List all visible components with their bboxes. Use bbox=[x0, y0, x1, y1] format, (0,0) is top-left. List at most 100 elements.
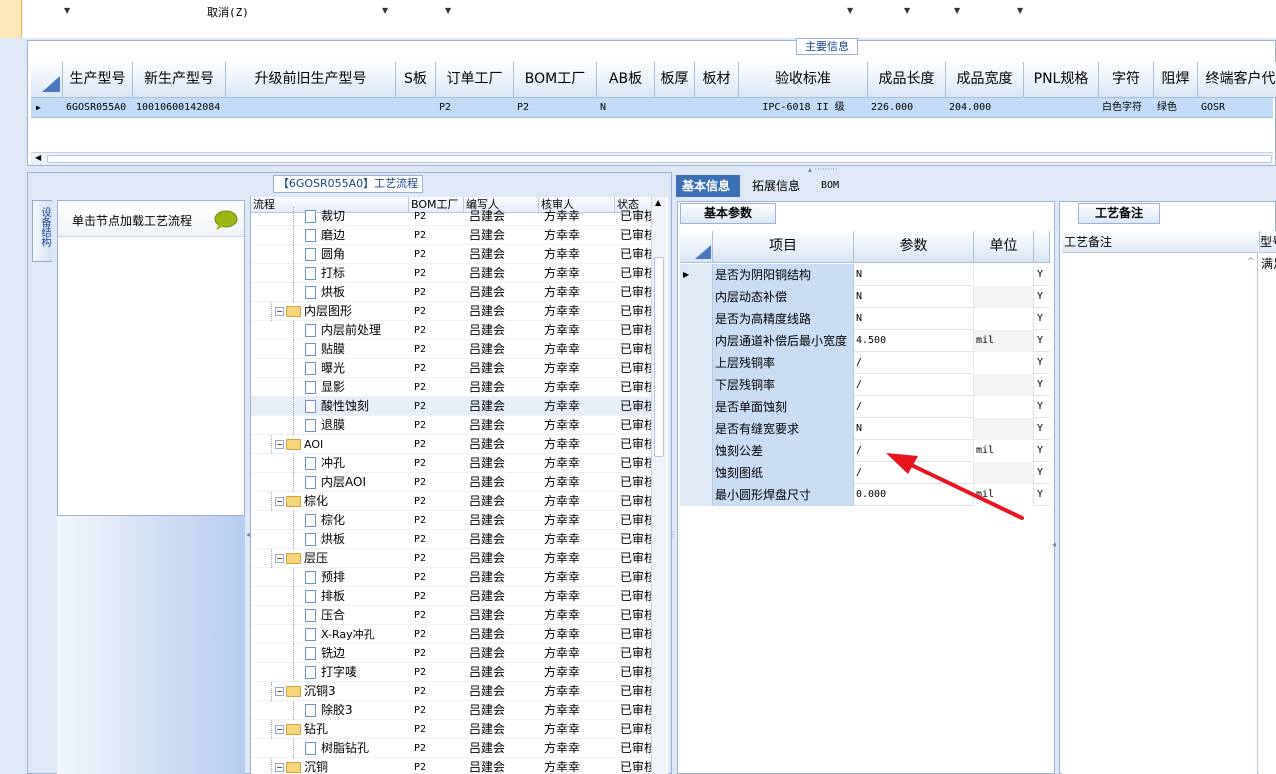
cell-unit[interactable]: mil bbox=[974, 484, 1034, 506]
dropdown-arrow-icon[interactable]: ▼ bbox=[1017, 6, 1023, 15]
cell-flag[interactable]: Y bbox=[1034, 352, 1050, 374]
column-header[interactable]: 字符 bbox=[1099, 62, 1154, 98]
cell-param[interactable]: / bbox=[854, 440, 974, 462]
cell-status[interactable]: 已审核 bbox=[620, 416, 651, 435]
cell-factory[interactable]: P2 bbox=[414, 264, 459, 283]
cell-writer[interactable]: 吕建会 bbox=[469, 454, 539, 473]
tree-node[interactable]: − 棕化 bbox=[275, 492, 405, 511]
tree-node[interactable]: 圆角 bbox=[305, 245, 405, 264]
table-row[interactable]: 树脂钻孔 P2 吕建会 方幸幸 已审核 bbox=[251, 739, 651, 758]
table-row[interactable]: − 棕化 P2 吕建会 方幸幸 已审核 bbox=[251, 492, 651, 511]
cell-factory[interactable]: P2 bbox=[414, 226, 459, 245]
cell-writer[interactable]: 吕建会 bbox=[469, 587, 539, 606]
cell-reviewer[interactable]: 方幸幸 bbox=[544, 378, 614, 397]
tree-node[interactable]: X-Ray冲孔 bbox=[305, 625, 405, 644]
cell-writer[interactable]: 吕建会 bbox=[469, 758, 539, 774]
tree-node[interactable]: − 沉铜 bbox=[275, 758, 405, 774]
cell-status[interactable]: 已审核 bbox=[620, 492, 651, 511]
dropdown-arrow-icon[interactable]: ▼ bbox=[64, 6, 70, 15]
table-row[interactable]: 烘板 P2 吕建会 方幸幸 已审核 bbox=[251, 283, 651, 302]
cell-factory[interactable]: P2 bbox=[414, 283, 459, 302]
cell-reviewer[interactable]: 方幸幸 bbox=[544, 359, 614, 378]
cell-writer[interactable]: 吕建会 bbox=[469, 302, 539, 321]
cell-writer[interactable]: 吕建会 bbox=[469, 397, 539, 416]
cell-factory[interactable]: P2 bbox=[414, 625, 459, 644]
row-indicator[interactable] bbox=[680, 462, 713, 484]
cell-param[interactable]: N bbox=[854, 264, 974, 286]
table-row[interactable]: − 层压 P2 吕建会 方幸幸 已审核 bbox=[251, 549, 651, 568]
param-row[interactable]: 蚀刻公差 / mil Y bbox=[680, 440, 1050, 462]
tab-basic-params[interactable]: 基本参数 bbox=[680, 203, 776, 224]
cell-factory[interactable]: P2 bbox=[414, 397, 459, 416]
cell-flag[interactable]: Y bbox=[1034, 418, 1050, 440]
cell-factory[interactable]: P2 bbox=[414, 663, 459, 682]
cell-status[interactable]: 已审核 bbox=[620, 226, 651, 245]
cell-flag[interactable]: Y bbox=[1034, 374, 1050, 396]
cell-status[interactable]: 已审核 bbox=[620, 321, 651, 340]
cell-item[interactable]: 是否单面蚀刻 bbox=[713, 396, 854, 418]
tree-node[interactable]: 预排 bbox=[305, 568, 405, 587]
cell-item[interactable]: 内层通道补偿后最小宽度 bbox=[713, 330, 854, 352]
cell-status[interactable]: 已审核 bbox=[620, 397, 651, 416]
cell-reviewer[interactable]: 方幸幸 bbox=[544, 264, 614, 283]
cell-unit[interactable] bbox=[974, 308, 1034, 330]
cell-status[interactable]: 已审核 bbox=[620, 435, 651, 454]
cell-reviewer[interactable]: 方幸幸 bbox=[544, 720, 614, 739]
scroll-up-icon[interactable]: ^ bbox=[1247, 257, 1255, 267]
cell-status[interactable]: 已审核 bbox=[620, 644, 651, 663]
table-row[interactable]: 铣边 P2 吕建会 方幸幸 已审核 bbox=[251, 644, 651, 663]
cell-flag[interactable]: Y bbox=[1034, 286, 1050, 308]
tree-node[interactable]: 排板 bbox=[305, 587, 405, 606]
table-cell[interactable]: GOSR bbox=[1198, 98, 1276, 118]
craft-notes-header[interactable]: 工艺备注 bbox=[1062, 231, 1258, 253]
cell-status[interactable]: 已审核 bbox=[620, 473, 651, 492]
column-header[interactable]: BOM工厂 bbox=[514, 62, 597, 98]
cell-status[interactable]: 已审核 bbox=[620, 340, 651, 359]
cell-item[interactable]: 是否为高精度线路 bbox=[713, 308, 854, 330]
cell-factory[interactable]: P2 bbox=[414, 511, 459, 530]
cell-item[interactable]: 蚀刻图纸 bbox=[713, 462, 854, 484]
column-header[interactable]: 终端客户代码 bbox=[1198, 62, 1276, 98]
cell-writer[interactable]: 吕建会 bbox=[469, 264, 539, 283]
tree-node[interactable]: 曝光 bbox=[305, 359, 405, 378]
tree-node[interactable]: − 内层图形 bbox=[275, 302, 405, 321]
tree-node[interactable]: 显影 bbox=[305, 378, 405, 397]
tree-node[interactable]: 裁切 bbox=[305, 207, 405, 226]
column-header[interactable]: 新生产型号 bbox=[133, 62, 226, 98]
column-header[interactable]: 阻焊 bbox=[1154, 62, 1198, 98]
cell-writer[interactable]: 吕建会 bbox=[469, 378, 539, 397]
tree-node[interactable]: 除胶3 bbox=[305, 701, 405, 720]
cell-factory[interactable]: P2 bbox=[414, 302, 459, 321]
cell-reviewer[interactable]: 方幸幸 bbox=[544, 226, 614, 245]
table-cell[interactable]: 6GOSR055A0 bbox=[63, 98, 133, 118]
table-row[interactable]: 圆角 P2 吕建会 方幸幸 已审核 bbox=[251, 245, 651, 264]
cell-reviewer[interactable]: 方幸幸 bbox=[544, 568, 614, 587]
param-row[interactable]: 下层残铜率 / Y bbox=[680, 374, 1050, 396]
tree-node[interactable]: 烘板 bbox=[305, 283, 405, 302]
table-row[interactable]: 显影 P2 吕建会 方幸幸 已审核 bbox=[251, 378, 651, 397]
cell-factory[interactable]: P2 bbox=[414, 473, 459, 492]
cell-status[interactable]: 已审核 bbox=[620, 701, 651, 720]
cell-reviewer[interactable]: 方幸幸 bbox=[544, 245, 614, 264]
param-row[interactable]: 最小圆形焊盘尺寸 0.000 mil Y bbox=[680, 484, 1050, 506]
cell-reviewer[interactable]: 方幸幸 bbox=[544, 207, 614, 226]
cell-param[interactable]: / bbox=[854, 396, 974, 418]
cell-reviewer[interactable]: 方幸幸 bbox=[544, 435, 614, 454]
cell-factory[interactable]: P2 bbox=[414, 435, 459, 454]
tab-craft-notes[interactable]: 工艺备注 bbox=[1078, 203, 1160, 224]
table-row[interactable]: 压合 P2 吕建会 方幸幸 已审核 bbox=[251, 606, 651, 625]
cell-reviewer[interactable]: 方幸幸 bbox=[544, 682, 614, 701]
param-row[interactable]: 是否单面蚀刻 / Y bbox=[680, 396, 1050, 418]
cell-status[interactable]: 已审核 bbox=[620, 739, 651, 758]
row-indicator[interactable] bbox=[680, 308, 713, 330]
cell-status[interactable]: 已审核 bbox=[620, 378, 651, 397]
table-row[interactable]: 预排 P2 吕建会 方幸幸 已审核 bbox=[251, 568, 651, 587]
cell-writer[interactable]: 吕建会 bbox=[469, 245, 539, 264]
cell-factory[interactable]: P2 bbox=[414, 606, 459, 625]
table-row[interactable]: − 内层图形 P2 吕建会 方幸幸 已审核 bbox=[251, 302, 651, 321]
param-row[interactable]: 是否有缝宽要求 N Y bbox=[680, 418, 1050, 440]
cell-flag[interactable]: Y bbox=[1034, 264, 1050, 286]
tree-node[interactable]: − 沉铜3 bbox=[275, 682, 405, 701]
table-cell[interactable] bbox=[1024, 98, 1099, 118]
cell-param[interactable]: / bbox=[854, 374, 974, 396]
